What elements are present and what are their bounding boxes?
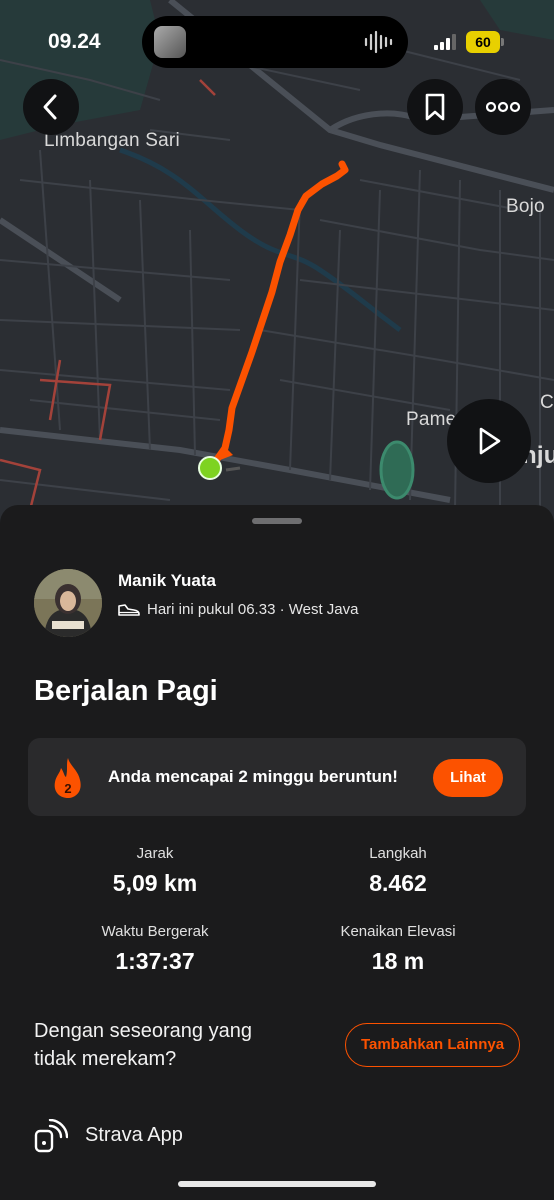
chevron-left-icon [43, 94, 57, 120]
recording-device-name: Strava App [85, 1124, 183, 1146]
now-playing-artwork [154, 26, 186, 58]
map-label-bojo: Bojo [506, 196, 545, 217]
fire-icon: 2 [54, 758, 81, 798]
stat-label: Waktu Bergerak [101, 923, 209, 940]
shoe-icon [118, 604, 140, 616]
home-indicator[interactable] [178, 1181, 376, 1187]
dynamic-island[interactable] [142, 16, 408, 68]
streak-message: Anda mencapai 2 minggu beruntun! [108, 767, 398, 786]
stat-value: 5,09 km [112, 870, 198, 896]
status-time: 09.24 [48, 30, 101, 53]
stat-elevation-gain: Kenaikan Elevasi 18 m [278, 923, 518, 975]
add-others-button[interactable]: Tambahkan Lainnya [345, 1023, 520, 1067]
start-marker [198, 456, 222, 480]
activity-meta: Hari ini pukul 06.33 · West Java [147, 601, 359, 618]
bookmark-button[interactable] [407, 79, 463, 135]
back-button[interactable] [23, 79, 79, 135]
streak-card[interactable]: 2 Anda mencapai 2 minggu beruntun! Lihat [28, 738, 526, 816]
avatar-photo [34, 569, 102, 637]
flyover-play-button[interactable] [447, 399, 531, 483]
stat-label: Jarak [136, 845, 174, 862]
stat-distance: Jarak 5,09 km [35, 845, 275, 897]
map-label-c: C [540, 392, 554, 413]
battery-icon: 60 [466, 31, 504, 53]
stat-value: 8.462 [369, 870, 427, 896]
status-bar: 09.24 60 [0, 0, 554, 80]
bookmark-icon [425, 93, 445, 121]
stat-label: Kenaikan Elevasi [340, 923, 456, 940]
stat-value: 18 m [371, 948, 425, 974]
more-options-button[interactable] [475, 79, 531, 135]
activity-sheet: Manik Yuata Hari ini pukul 06.33 · West … [0, 505, 554, 1200]
sheet-grabber[interactable] [252, 518, 302, 524]
audio-waveform-icon [364, 30, 393, 54]
phone-device-icon [34, 1119, 68, 1153]
view-streak-button[interactable]: Lihat [433, 759, 503, 797]
activity-title: Berjalan Pagi [34, 675, 218, 707]
streak-count: 2 [64, 781, 71, 796]
stat-value: 1:37:37 [115, 948, 195, 974]
map-label-limbangan-sari: Limbangan Sari [44, 130, 180, 151]
more-dots-icon [486, 101, 520, 113]
stat-moving-time: Waktu Bergerak 1:37:37 [35, 923, 275, 975]
cellular-signal-icon [434, 34, 456, 50]
add-partner-question: Dengan seseorang yang tidak merekam? [34, 1020, 252, 1070]
athlete-name[interactable]: Manik Yuata [118, 571, 216, 591]
stat-steps: Langkah 8.462 [278, 845, 518, 897]
stat-label: Langkah [369, 845, 427, 862]
play-icon [479, 427, 501, 455]
avatar[interactable] [34, 569, 102, 637]
